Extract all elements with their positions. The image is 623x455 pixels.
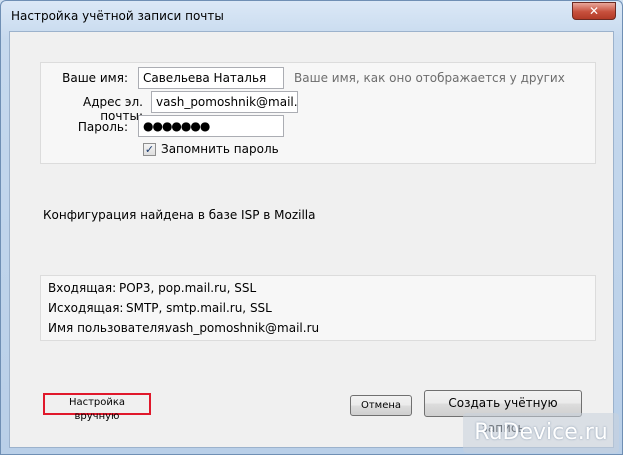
dialog-content: Ваше имя: Савельева Наталья Ваше имя, ка…: [9, 31, 614, 448]
cancel-button[interactable]: Отмена: [350, 395, 412, 416]
incoming-label: Входящая:: [48, 281, 117, 295]
status-message: Конфигурация найдена в базе ISP в Mozill…: [43, 208, 316, 222]
close-icon: ✕: [588, 4, 600, 18]
password-label: Пароль:: [77, 120, 128, 134]
outgoing-value: SMTP, smtp.mail.ru, SSL: [126, 301, 272, 315]
email-label: Адрес эл. почты:: [83, 95, 143, 123]
manual-setup-button[interactable]: Настройка вручную: [47, 396, 147, 422]
name-label: Ваше имя:: [62, 71, 128, 85]
dialog-window: Настройка учётной записи почты ✕ Ваше им…: [0, 0, 623, 455]
username-value: vash_pomoshnik@mail.ru: [165, 321, 320, 335]
check-icon: ✓: [144, 143, 155, 156]
email-input[interactable]: vash_pomoshnik@mail.ru: [151, 91, 298, 113]
title-bar[interactable]: Настройка учётной записи почты ✕: [1, 1, 622, 31]
name-hint: Ваше имя, как оно отображается у других: [294, 71, 565, 85]
outgoing-label: Исходящая:: [48, 301, 124, 315]
remember-password-label[interactable]: Запомнить пароль: [161, 142, 279, 156]
password-input[interactable]: ●●●●●●●: [138, 115, 284, 137]
close-button[interactable]: ✕: [572, 2, 616, 20]
name-input[interactable]: Савельева Наталья: [138, 67, 284, 89]
window-title: Настройка учётной записи почты: [11, 9, 224, 23]
incoming-value: POP3, pop.mail.ru, SSL: [119, 281, 257, 295]
remember-password-checkbox[interactable]: ✓: [143, 143, 156, 156]
username-label: Имя пользователя:: [48, 321, 169, 335]
watermark-logo: RuDevice.ru: [463, 413, 619, 453]
